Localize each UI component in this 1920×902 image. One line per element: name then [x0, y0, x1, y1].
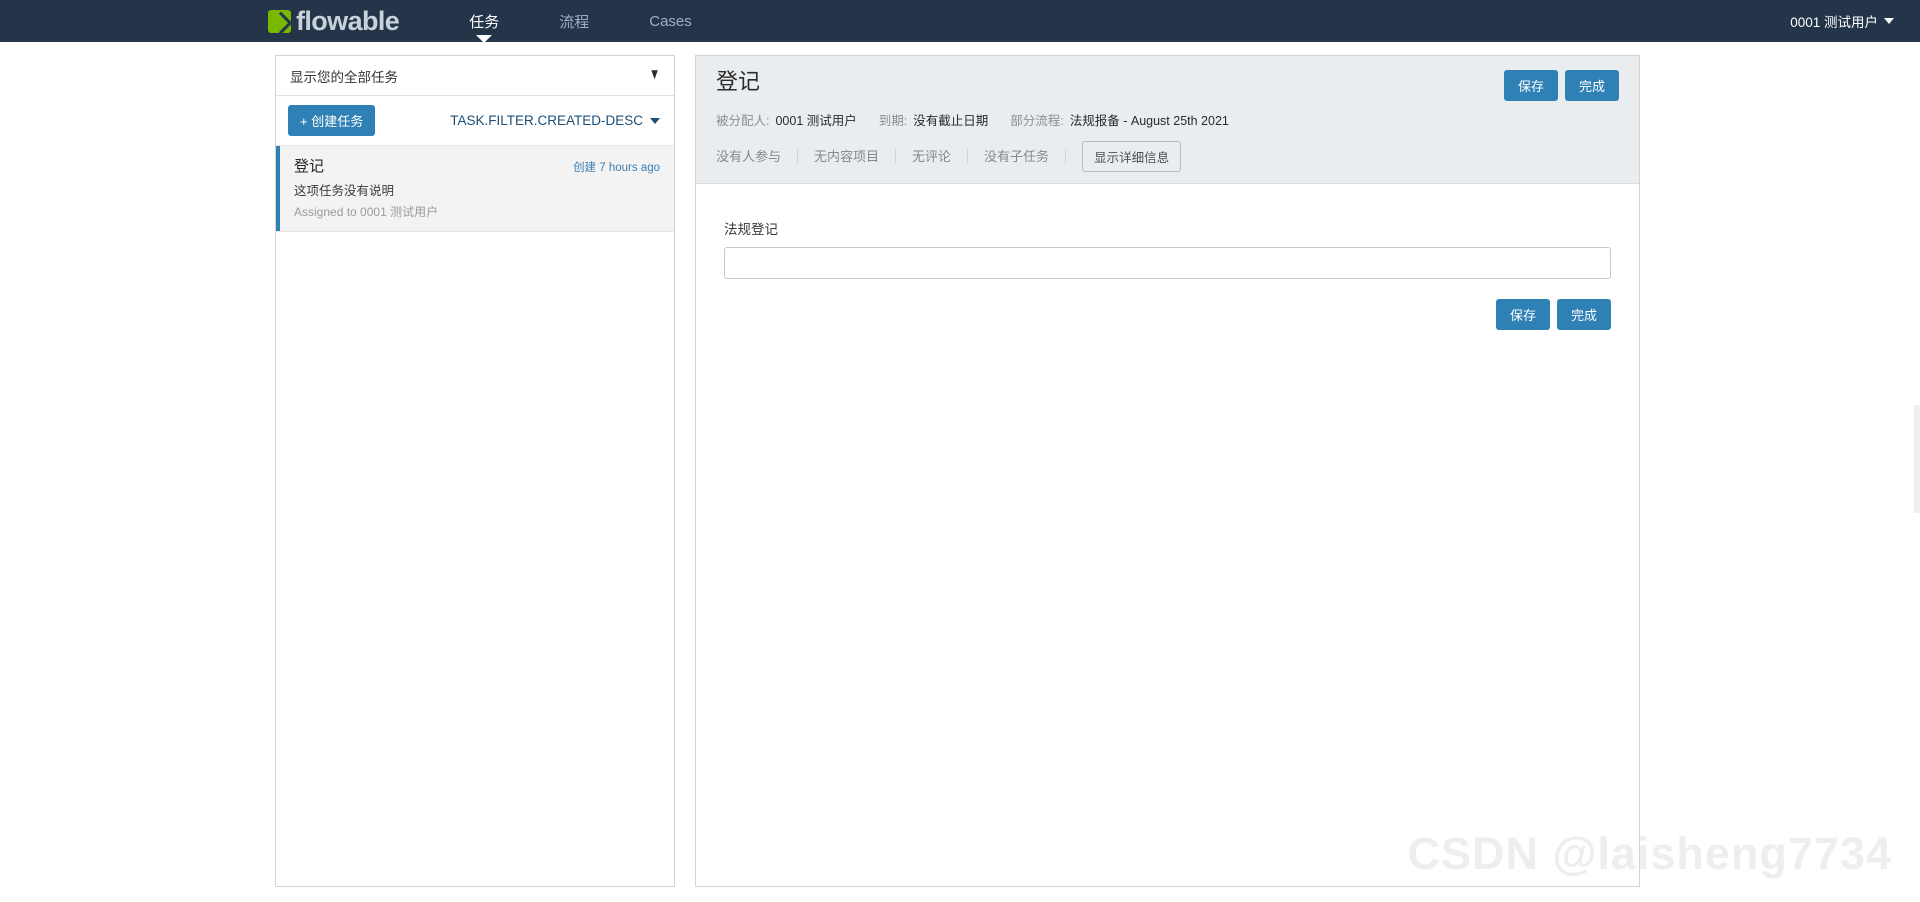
meta-due-date-value: 没有截止日期	[913, 114, 989, 128]
task-item-assignee: Assigned to 0001 测试用户	[294, 205, 439, 219]
task-detail-panel: 登记 保存 完成 被分配人: 0001 测试用户 到期: 没有截止日期 部分流程…	[695, 55, 1640, 887]
user-menu[interactable]: 0001 测试用户	[1790, 0, 1920, 42]
task-item-head: 登记 创建 7 hours ago	[294, 155, 660, 176]
page-content: 显示您的全部任务 ▼ + 创建任务 TASK.FILTER.CREATED-DE…	[0, 42, 1920, 887]
task-item-title: 登记	[294, 158, 325, 175]
navbar-left-spacer	[0, 0, 268, 42]
task-list-item[interactable]: 登记 创建 7 hours ago 这项任务没有说明 Assigned to 0…	[276, 145, 674, 232]
top-navbar: flowable 任务 流程 Cases 0001 测试用户	[0, 0, 1920, 42]
nav-item-tasks[interactable]: 任务	[439, 0, 529, 42]
chevron-down-icon	[1884, 18, 1894, 24]
task-detail-title-row: 登记 保存 完成	[716, 69, 1619, 101]
task-detail-header-buttons: 保存 完成	[1503, 70, 1619, 101]
task-sort-label: TASK.FILTER.CREATED-DESC	[450, 113, 643, 128]
meta-due-date: 到期: 没有截止日期	[879, 110, 989, 129]
brand-name: flowable	[296, 5, 400, 36]
nav-item-tasks-label: 任务	[469, 13, 500, 31]
complete-button[interactable]: 完成	[1564, 70, 1619, 101]
meta-assignee: 被分配人: 0001 测试用户	[716, 110, 857, 129]
task-filter-label: 显示您的全部任务	[290, 69, 398, 85]
nav-item-cases[interactable]: Cases	[619, 0, 722, 42]
create-task-button[interactable]: + 创建任务	[288, 105, 376, 136]
meta-process-label: 部分流程:	[1010, 114, 1064, 128]
tab-comments[interactable]: 无评论	[896, 148, 969, 165]
task-sort-dropdown[interactable]: TASK.FILTER.CREATED-DESC	[450, 113, 660, 128]
task-item-description: 这项任务没有说明	[294, 184, 395, 198]
meta-process-value: 法规报备 - August 25th 2021	[1069, 114, 1229, 128]
flowable-leaf-icon	[268, 9, 291, 33]
navbar-items: 任务 流程 Cases	[439, 0, 722, 42]
save-button[interactable]: 保存	[1495, 299, 1550, 330]
form-field-label: 法规登记	[724, 222, 778, 237]
task-list: 登记 创建 7 hours ago 这项任务没有说明 Assigned to 0…	[276, 145, 674, 886]
nav-item-processes-label: 流程	[559, 13, 590, 31]
meta-assignee-label: 被分配人:	[716, 114, 770, 128]
brand-logo[interactable]: flowable	[268, 0, 439, 42]
tab-content-items[interactable]: 无内容项目	[798, 148, 897, 165]
tab-involved-people[interactable]: 没有人参与	[716, 148, 799, 165]
regulation-registration-input[interactable]	[724, 247, 1611, 279]
task-detail-meta: 被分配人: 0001 测试用户 到期: 没有截止日期 部分流程: 法规报备 - …	[716, 110, 1619, 129]
funnel-icon[interactable]: ▼	[649, 67, 660, 83]
task-filter-row[interactable]: 显示您的全部任务 ▼	[276, 56, 674, 96]
page-title: 登记	[716, 69, 761, 94]
tab-subtasks[interactable]: 没有子任务	[968, 148, 1067, 165]
user-menu-label: 0001 测试用户	[1790, 15, 1878, 30]
task-form-body: 法规登记 保存 完成	[696, 184, 1639, 886]
task-detail-tabs: 没有人参与 无内容项目 无评论 没有子任务 显示详细信息	[716, 141, 1619, 183]
navbar-spacer	[722, 0, 1790, 42]
task-actions-row: + 创建任务 TASK.FILTER.CREATED-DESC	[276, 96, 674, 145]
nav-item-cases-label: Cases	[649, 12, 692, 30]
complete-button[interactable]: 完成	[1556, 299, 1611, 330]
right-edge-strip	[1914, 405, 1920, 513]
task-form-footer-buttons: 保存 完成	[724, 299, 1611, 330]
show-details-button[interactable]: 显示详细信息	[1082, 141, 1182, 172]
save-button[interactable]: 保存	[1503, 70, 1558, 101]
nav-item-processes[interactable]: 流程	[529, 0, 619, 42]
chevron-down-icon	[650, 117, 660, 124]
meta-process: 部分流程: 法规报备 - August 25th 2021	[1010, 110, 1229, 129]
meta-assignee-value: 0001 测试用户	[775, 114, 857, 128]
task-list-panel: 显示您的全部任务 ▼ + 创建任务 TASK.FILTER.CREATED-DE…	[275, 55, 675, 887]
meta-due-date-label: 到期:	[878, 114, 908, 128]
task-detail-header: 登记 保存 完成 被分配人: 0001 测试用户 到期: 没有截止日期 部分流程…	[696, 56, 1639, 184]
task-item-created-time: 创建 7 hours ago	[573, 162, 660, 174]
